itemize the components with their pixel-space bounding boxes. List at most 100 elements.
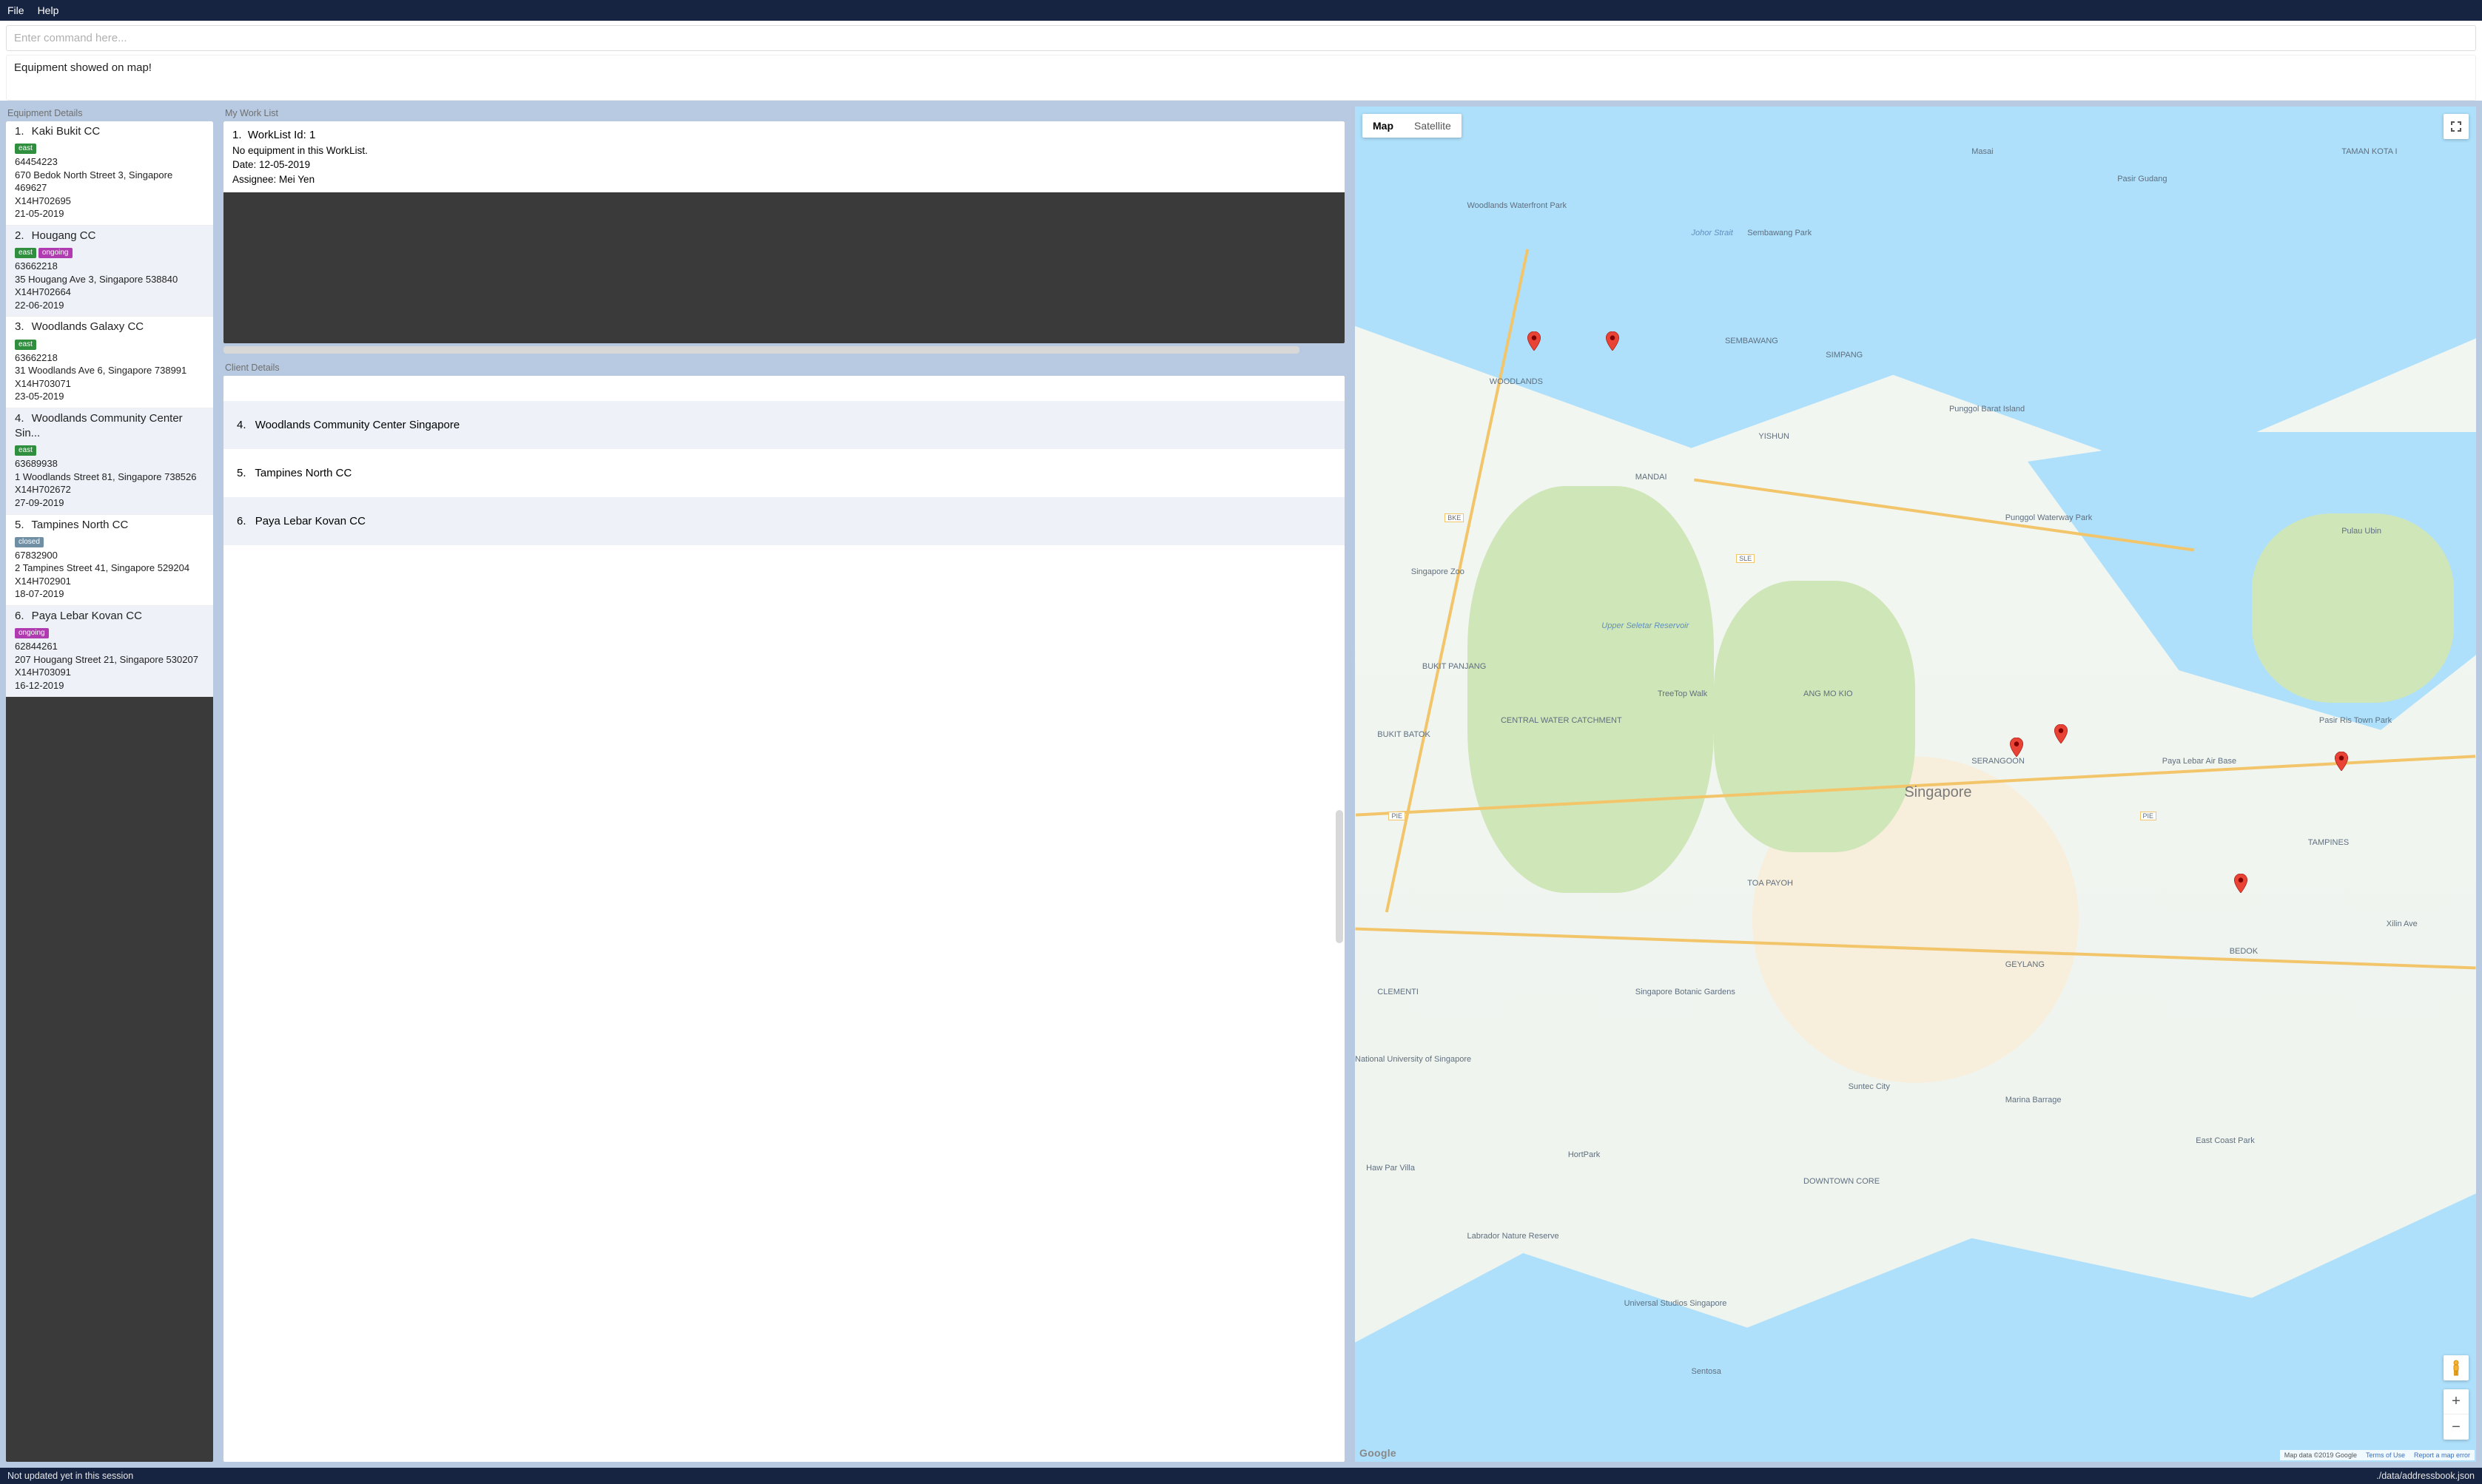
map-label: Paya Lebar Air Base (2162, 757, 2236, 766)
equipment-address: 31 Woodlands Ave 6, Singapore 738991 (15, 364, 206, 377)
equipment-item[interactable]: 6. Paya Lebar Kovan CCongoing62844261207… (6, 606, 213, 697)
map-label: East Coast Park (2196, 1136, 2254, 1145)
map-marker[interactable] (2054, 724, 2068, 743)
map-badge-pie: PIE (1388, 812, 1405, 820)
map-label: Singapore Zoo (1411, 567, 1464, 576)
worklist-card[interactable]: 1. WorkList Id: 1 No equipment in this W… (223, 121, 1345, 192)
map-label: ANG MO KIO (1803, 689, 1853, 698)
map-label: MANDAI (1635, 473, 1667, 482)
client-vscroll-thumb[interactable] (1336, 810, 1343, 943)
map-label: TAMPINES (2308, 838, 2349, 847)
equipment-item[interactable]: 1. Kaki Bukit CCeast64454223670 Bedok No… (6, 121, 213, 226)
map-label: GEYLANG (2005, 960, 2045, 969)
map-badge-pie: PIE (2140, 812, 2157, 820)
tag-ongoing: ongoing (38, 248, 73, 258)
map-pegman[interactable] (2444, 1355, 2469, 1380)
equipment-address: 1 Woodlands Street 81, Singapore 738526 (15, 471, 206, 484)
equipment-item[interactable]: 3. Woodlands Galaxy CCeast6366221831 Woo… (6, 317, 213, 408)
equipment-serial: X14H703091 (15, 666, 206, 679)
equipment-serial: X14H702901 (15, 575, 206, 588)
client-num: 5. (237, 467, 246, 479)
map-marker[interactable] (2010, 738, 2023, 757)
client-list[interactable]: 4. Woodlands Community Center Singapore5… (223, 376, 1345, 1462)
worklist-box[interactable]: 1. WorkList Id: 1 No equipment in this W… (223, 121, 1345, 343)
client-row[interactable]: 4. Woodlands Community Center Singapore (223, 401, 1345, 449)
map-label: Masai (1971, 147, 1993, 156)
map-label: CLEMENTI (1377, 988, 1419, 996)
map-label: Woodlands Waterfront Park (1467, 201, 1567, 210)
fullscreen-icon (2450, 121, 2462, 132)
command-input[interactable] (6, 25, 2476, 51)
map-zoom-in[interactable]: + (2444, 1389, 2469, 1414)
map-type-control: Map Satellite (1362, 114, 1462, 138)
map-marker[interactable] (1527, 331, 1541, 351)
worklist-hscrollbar[interactable] (223, 346, 1345, 354)
equipment-tags: east (15, 442, 206, 456)
status-bar: Not updated yet in this session ./data/a… (0, 1468, 2482, 1484)
map-marker[interactable] (2234, 874, 2247, 893)
map-label: TAMAN KOTA I (2341, 147, 2397, 156)
worklist-panel-label: My Work List (223, 107, 1345, 121)
map-label: Haw Par Villa (1366, 1164, 1415, 1173)
equipment-title: 1. Kaki Bukit CC (15, 124, 206, 139)
client-row[interactable]: 5. Tampines North CC (223, 449, 1345, 497)
client-num: 4. (237, 419, 246, 431)
message-box: Equipment showed on map! (6, 55, 2476, 101)
map-fullscreen-button[interactable] (2444, 114, 2469, 139)
map-label: YISHUN (1758, 432, 1789, 441)
equipment-tags: ongoing (15, 625, 206, 638)
client-top-gap (223, 376, 1345, 401)
map-label: Sentosa (1692, 1367, 1721, 1376)
worklist-hscroll-thumb[interactable] (223, 346, 1299, 354)
map-green (2252, 513, 2454, 703)
command-area: Equipment showed on map! (0, 21, 2482, 101)
client-row[interactable]: 6. Paya Lebar Kovan CC (223, 497, 1345, 545)
equipment-serial: X14H702695 (15, 195, 206, 208)
map-label: Pulau Ubin (2341, 527, 2381, 536)
map-label: Labrador Nature Reserve (1467, 1232, 1559, 1241)
equipment-serial: X14H702664 (15, 286, 206, 299)
equipment-phone: 63662218 (15, 260, 206, 273)
equipment-item[interactable]: 2. Hougang CCeastongoing6366221835 Houga… (6, 226, 213, 317)
tag-closed: closed (15, 537, 44, 547)
equipment-tags: east (15, 141, 206, 154)
map-label: TOA PAYOH (1747, 879, 1793, 888)
equipment-title: 2. Hougang CC (15, 229, 206, 243)
map-marker[interactable] (2335, 752, 2348, 771)
map-zoom-control: + − (2444, 1389, 2469, 1440)
map-label: SERANGOON (1971, 757, 2025, 766)
equipment-tags: eastongoing (15, 245, 206, 258)
map-label: WOODLANDS (1490, 377, 1543, 386)
map-badge-sle: SLE (1736, 554, 1755, 563)
map[interactable]: Singapore Johor Strait Woodlands Waterfr… (1355, 107, 2476, 1462)
map-badge-bke: BKE (1445, 513, 1464, 522)
menu-file[interactable]: File (7, 4, 24, 16)
equipment-phone: 62844261 (15, 640, 206, 653)
equipment-date: 23-05-2019 (15, 390, 206, 403)
equipment-list[interactable]: 1. Kaki Bukit CCeast64454223670 Bedok No… (6, 121, 213, 1462)
map-label: Sembawang Park (1747, 229, 1812, 237)
map-label: HortPark (1568, 1150, 1600, 1159)
map-label: Marina Barrage (2005, 1096, 2062, 1104)
menu-help[interactable]: Help (38, 4, 59, 16)
equipment-item[interactable]: 5. Tampines North CCclosed678329002 Tamp… (6, 515, 213, 606)
equipment-date: 22-06-2019 (15, 299, 206, 312)
equipment-panel-label: Equipment Details (6, 107, 213, 121)
map-label: BUKIT PANJANG (1422, 662, 1486, 671)
map-type-map[interactable]: Map (1362, 114, 1404, 138)
map-label: Universal Studios Singapore (1624, 1299, 1727, 1308)
map-marker[interactable] (1606, 331, 1619, 351)
map-label: Xilin Ave (2387, 920, 2418, 928)
google-logo: Google (1359, 1447, 1396, 1459)
map-type-satellite[interactable]: Satellite (1404, 114, 1462, 138)
equipment-title: 5. Tampines North CC (15, 518, 206, 533)
status-right: ./data/addressbook.json (2376, 1471, 2475, 1481)
map-label-johor-strait: Johor Strait (1692, 229, 1733, 237)
equipment-panel: Equipment Details 1. Kaki Bukit CCeast64… (6, 107, 213, 1462)
worklist-title: 1. WorkList Id: 1 (232, 127, 1336, 144)
map-attr-report[interactable]: Report a map error (2409, 1450, 2475, 1460)
map-zoom-out[interactable]: − (2444, 1414, 2469, 1440)
equipment-item[interactable]: 4. Woodlands Community Center Sin...east… (6, 408, 213, 515)
equipment-tags: closed (15, 534, 206, 547)
map-attr-terms[interactable]: Terms of Use (2361, 1450, 2409, 1460)
